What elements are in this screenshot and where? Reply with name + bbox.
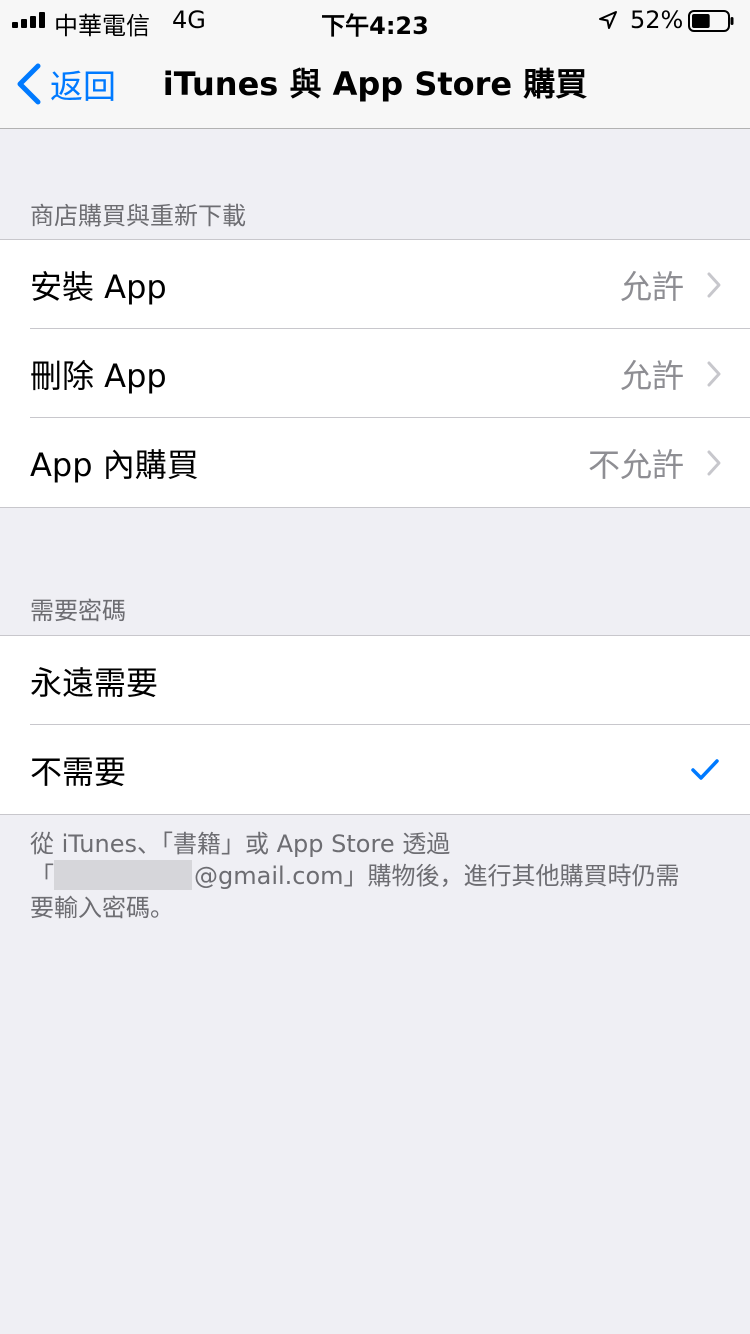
require-password-group: 永遠需要 不需要 — [0, 635, 750, 815]
chevron-right-icon — [707, 272, 721, 297]
battery-icon — [688, 10, 734, 32]
page-title: iTunes 與 App Store 購買 — [162, 65, 588, 103]
redacted-email — [54, 860, 192, 890]
checkmark-icon — [691, 758, 719, 780]
chevron-right-icon — [707, 450, 721, 475]
always-require-row[interactable]: 永遠需要 — [0, 636, 750, 725]
footer-line-3: 要輸入密碼。 — [30, 894, 174, 922]
row-label: 永遠需要 — [30, 663, 159, 702]
battery-percent: 52% — [630, 6, 684, 34]
row-label: 不需要 — [30, 752, 127, 791]
row-label: App 內購買 — [30, 445, 199, 484]
footer-line-1: 從 iTunes、「書籍」或 App Store 透過 — [30, 830, 451, 858]
section-header-store-purchases: 商店購買與重新下載 — [30, 202, 246, 230]
row-label: 刪除 App — [30, 356, 167, 395]
row-label: 安裝 App — [30, 267, 167, 306]
footer-quote-open: 「 — [30, 862, 54, 890]
footer-email-suffix: @gmail.com」購物後，進行其他購買時仍需 — [194, 862, 680, 890]
footer-note: 從 iTunes、「書籍」或 App Store 透過 「 @gmail.com」… — [30, 828, 720, 924]
row-value: 不允許 — [587, 445, 684, 484]
in-app-purchases-row[interactable]: App 內購買 不允許 — [0, 417, 750, 507]
section-header-require-password: 需要密碼 — [30, 597, 126, 625]
not-required-row[interactable]: 不需要 — [0, 724, 750, 814]
row-value: 允許 — [619, 356, 684, 395]
footer-line-2: 「 @gmail.com」購物後，進行其他購買時仍需 — [30, 860, 720, 892]
row-value: 允許 — [619, 267, 684, 306]
install-apps-row[interactable]: 安裝 App 允許 — [0, 240, 750, 329]
store-purchases-group: 安裝 App 允許 刪除 App 允許 App 內購買 不允許 — [0, 239, 750, 508]
navigation-bar: 返回 iTunes 與 App Store 購買 — [0, 40, 750, 129]
delete-apps-row[interactable]: 刪除 App 允許 — [0, 328, 750, 418]
location-arrow-icon — [599, 11, 617, 29]
chevron-right-icon — [707, 361, 721, 386]
status-bar: 中華電信 4G 下午4:23 52% — [0, 0, 750, 40]
